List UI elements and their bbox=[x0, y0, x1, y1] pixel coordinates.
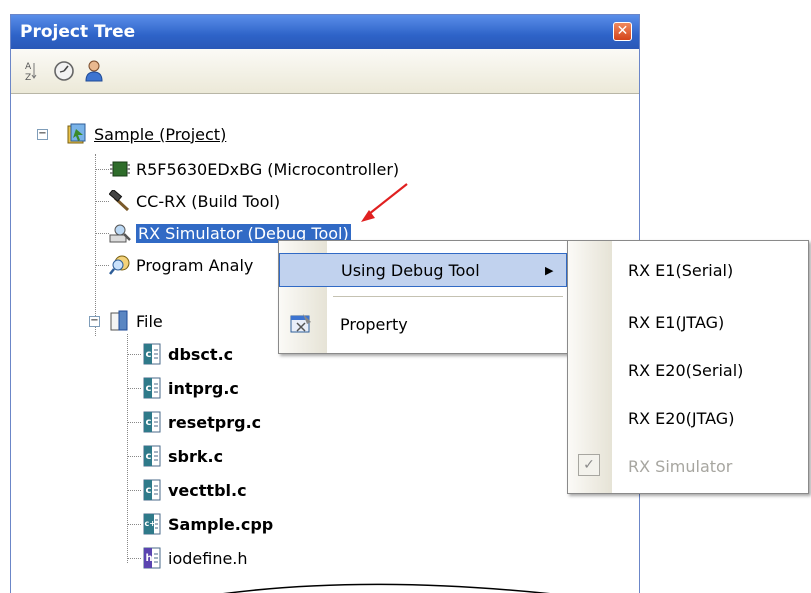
toolbar: AZ bbox=[11, 49, 639, 94]
tree-item-file-folder[interactable]: File bbox=[109, 305, 163, 337]
menu-separator bbox=[333, 296, 563, 297]
c-source-file-icon: c bbox=[141, 377, 163, 399]
tree-item-label: Sample.cpp bbox=[168, 514, 274, 534]
checkmark-icon: ✓ bbox=[578, 454, 600, 476]
panel-title: Project Tree bbox=[20, 22, 136, 42]
c-source-file-icon: c bbox=[141, 411, 163, 433]
tree-connector bbox=[95, 201, 109, 202]
tree-item-file[interactable]: c vecttbl.c bbox=[141, 474, 247, 506]
tree-connector bbox=[127, 334, 128, 563]
menu-item-label: RX Simulator bbox=[628, 456, 733, 476]
menu-item-label: Using Debug Tool bbox=[341, 260, 480, 280]
svg-text:c: c bbox=[146, 349, 152, 360]
c-source-file-icon: c bbox=[141, 479, 163, 501]
tree-connector bbox=[95, 265, 109, 266]
tree-item-file[interactable]: c resetprg.c bbox=[141, 406, 261, 438]
submenu-item-rx-e20-jtag[interactable]: RX E20(JTAG) bbox=[568, 401, 808, 435]
chip-icon bbox=[109, 158, 131, 180]
submenu-item-rx-e1-jtag[interactable]: RX E1(JTAG) bbox=[568, 305, 808, 339]
tree-item-label: dbsct.c bbox=[168, 344, 234, 364]
svg-text:c: c bbox=[146, 383, 152, 394]
annotation-arrow-icon bbox=[361, 183, 408, 222]
submenu-item-rx-simulator: ✓ RX Simulator bbox=[568, 449, 808, 483]
close-icon[interactable]: ✕ bbox=[613, 22, 632, 41]
analyzer-icon bbox=[109, 254, 131, 276]
tree-item-file[interactable]: c sbrk.c bbox=[141, 440, 223, 472]
build-clock-icon[interactable] bbox=[51, 58, 77, 84]
tree-item-label: vecttbl.c bbox=[168, 480, 247, 500]
context-menu: Using Debug Tool ▶ Property bbox=[278, 240, 568, 354]
c-source-file-icon: c bbox=[141, 343, 163, 365]
svg-text:A: A bbox=[25, 62, 32, 72]
tree-item-program-analyzer[interactable]: Program Analy bbox=[109, 249, 253, 281]
tree-item-file[interactable]: c+ Sample.cpp bbox=[141, 508, 273, 540]
menu-item-label: RX E20(JTAG) bbox=[628, 408, 735, 428]
header-file-icon: h bbox=[141, 547, 163, 569]
collapse-file-toggle[interactable]: − bbox=[89, 316, 100, 327]
svg-text:c: c bbox=[146, 485, 152, 496]
menu-item-label: RX E20(Serial) bbox=[628, 360, 744, 380]
menu-item-using-debug-tool[interactable]: Using Debug Tool ▶ bbox=[279, 253, 567, 287]
svg-text:c: c bbox=[146, 451, 152, 462]
submenu-item-rx-e1-serial[interactable]: RX E1(Serial) bbox=[568, 253, 808, 287]
sort-az-icon[interactable]: AZ bbox=[17, 58, 43, 84]
c-source-file-icon: c bbox=[141, 445, 163, 467]
menu-item-property[interactable]: Property bbox=[279, 307, 567, 341]
tree-connector bbox=[95, 154, 96, 336]
tree-item-label: Program Analy bbox=[136, 255, 254, 275]
tree-connector bbox=[127, 388, 141, 389]
tree-connector bbox=[127, 558, 141, 559]
svg-text:c: c bbox=[146, 417, 152, 428]
hammer-icon bbox=[108, 188, 131, 212]
tree-item-label: CC-RX (Build Tool) bbox=[136, 191, 281, 211]
tree-item-label: File bbox=[136, 311, 163, 331]
tree-connector bbox=[95, 233, 109, 234]
tree-item-project[interactable]: Sample (Project) bbox=[67, 118, 226, 150]
svg-text:Z: Z bbox=[25, 73, 31, 82]
cpp-source-file-icon: c+ bbox=[141, 513, 163, 535]
tree-connector bbox=[95, 169, 109, 170]
tree-connector bbox=[127, 354, 141, 355]
folder-icon bbox=[109, 310, 131, 332]
tree-connector bbox=[127, 490, 141, 491]
truncation-curve bbox=[223, 583, 551, 593]
debug-tool-icon bbox=[109, 222, 131, 244]
tree-connector bbox=[127, 422, 141, 423]
tree-item-label: iodefine.h bbox=[168, 548, 248, 568]
tree-connector bbox=[127, 524, 141, 525]
project-icon bbox=[67, 123, 89, 145]
tree-item-label: intprg.c bbox=[168, 378, 239, 398]
tree-item-file[interactable]: h iodefine.h bbox=[141, 542, 248, 574]
collapse-project-toggle[interactable]: − bbox=[37, 129, 48, 140]
property-icon bbox=[289, 312, 313, 340]
tree-item-file[interactable]: c dbsct.c bbox=[141, 338, 233, 370]
menu-item-label: Property bbox=[340, 314, 408, 334]
user-icon[interactable] bbox=[81, 58, 107, 84]
debug-tool-submenu: RX E1(Serial) RX E1(JTAG) RX E20(Serial)… bbox=[567, 240, 809, 494]
submenu-item-rx-e20-serial[interactable]: RX E20(Serial) bbox=[568, 353, 808, 387]
panel-title-bar: Project Tree ✕ bbox=[11, 15, 639, 49]
tree-item-label: sbrk.c bbox=[168, 446, 224, 466]
tree-item-label: R5F5630EDxBG (Microcontroller) bbox=[136, 159, 400, 179]
tree-item-build-tool[interactable]: CC-RX (Build Tool) bbox=[108, 185, 281, 217]
submenu-arrow-icon: ▶ bbox=[545, 263, 554, 277]
menu-item-label: RX E1(JTAG) bbox=[628, 312, 725, 332]
tree-item-label: resetprg.c bbox=[168, 412, 262, 432]
menu-item-label: RX E1(Serial) bbox=[628, 260, 734, 280]
tree-item-file[interactable]: c intprg.c bbox=[141, 372, 239, 404]
svg-text:c+: c+ bbox=[145, 519, 156, 528]
svg-text:h: h bbox=[146, 553, 153, 564]
tree-item-label: Sample (Project) bbox=[94, 124, 227, 144]
tree-connector bbox=[127, 456, 141, 457]
